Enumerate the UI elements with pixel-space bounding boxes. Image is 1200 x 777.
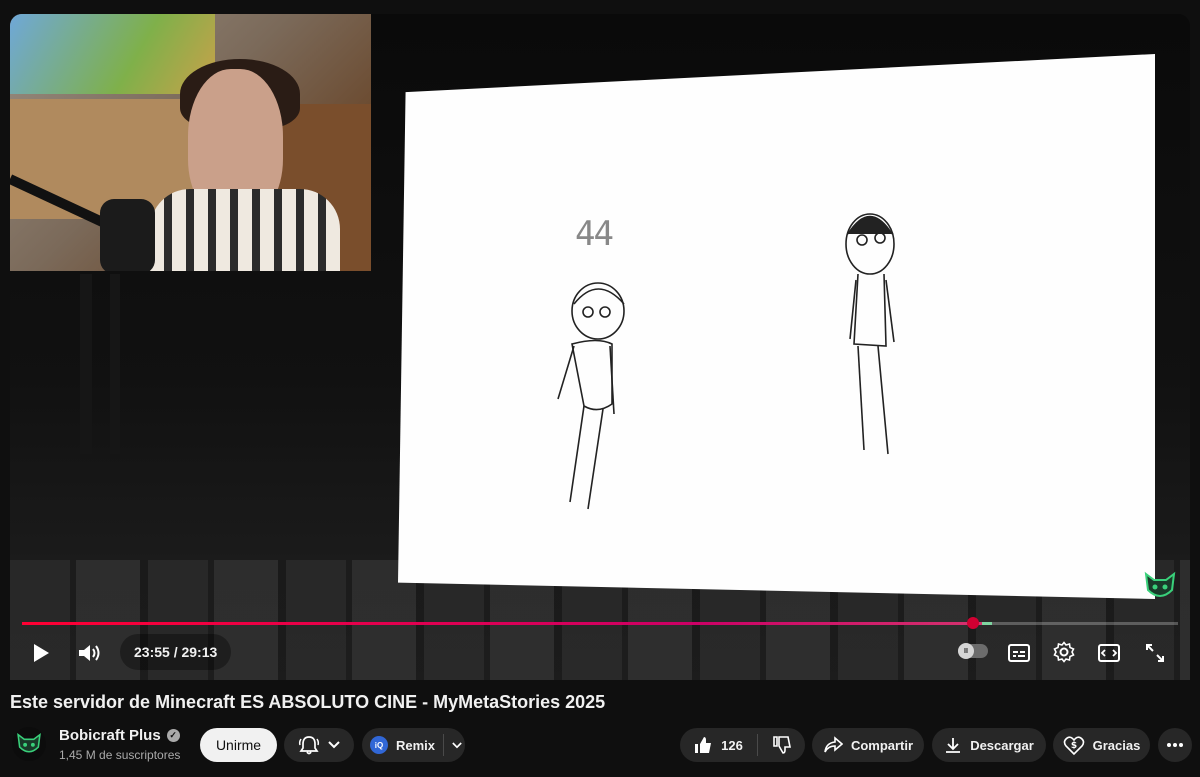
- svg-text:$: $: [1071, 741, 1077, 751]
- channel-watermark-icon[interactable]: [1142, 570, 1178, 602]
- channel-avatar[interactable]: [12, 727, 46, 761]
- play-icon: [34, 644, 49, 662]
- more-actions-button[interactable]: [1158, 728, 1192, 762]
- share-button[interactable]: Compartir: [812, 728, 924, 762]
- share-icon: [824, 736, 843, 753]
- remix-button[interactable]: iQ Remix: [362, 728, 465, 762]
- subtitles-button[interactable]: [1005, 640, 1033, 666]
- channel-name[interactable]: Bobicraft Plus: [59, 727, 161, 744]
- join-label: Unirme: [215, 737, 262, 753]
- thanks-label: Gracias: [1092, 737, 1141, 753]
- thanks-button[interactable]: $ Gracias: [1053, 728, 1150, 762]
- verified-icon: ✓: [166, 729, 180, 742]
- autoplay-toggle[interactable]: II: [958, 643, 988, 659]
- video-player[interactable]: 44 23:55 / 29:13 II: [10, 14, 1190, 680]
- streamer-shirt: [150, 189, 340, 271]
- settings-button[interactable]: [1050, 638, 1078, 666]
- like-dislike-group: 126: [680, 728, 805, 762]
- more-icon: [1167, 743, 1183, 747]
- streamer-webcam: [10, 14, 371, 271]
- join-button[interactable]: Unirme: [200, 728, 277, 762]
- download-icon: [946, 738, 961, 753]
- fullscreen-icon: [1146, 644, 1164, 662]
- microphone: [100, 199, 155, 271]
- time-separator: /: [169, 644, 182, 660]
- thanks-icon: $: [1063, 736, 1084, 756]
- duration: 29:13: [181, 644, 218, 660]
- fullscreen-button[interactable]: [1142, 640, 1168, 666]
- progress-buffered: [982, 622, 992, 625]
- theater-mode-button[interactable]: [1095, 640, 1123, 666]
- progress-played[interactable]: [22, 622, 982, 625]
- bell-icon: [298, 736, 320, 755]
- drawing-figures: [557, 213, 895, 510]
- pause-icon: II: [958, 643, 974, 659]
- subscription-notify-button[interactable]: [284, 728, 354, 762]
- volume-button[interactable]: [74, 638, 106, 668]
- divider: [756, 734, 758, 756]
- time-display: 23:55 / 29:13: [120, 634, 232, 670]
- chevron-down-icon: [328, 741, 340, 749]
- cinema-screen: [398, 54, 1155, 599]
- progress-scrubber[interactable]: [967, 617, 979, 629]
- like-count: 126: [721, 737, 743, 753]
- dislike-icon: [773, 736, 791, 754]
- background-pillar: [110, 274, 120, 454]
- like-button[interactable]: 126: [693, 735, 743, 755]
- subtitles-icon: [1008, 644, 1030, 662]
- current-time: 23:55: [134, 644, 170, 660]
- download-label: Descargar: [970, 737, 1034, 753]
- share-label: Compartir: [850, 737, 914, 753]
- video-frame: 44: [10, 14, 1190, 680]
- channel-logo-icon: [17, 732, 41, 753]
- background-pillar: [80, 274, 92, 454]
- subscriber-count: 1,45 M de suscriptores: [59, 748, 181, 762]
- channel-name-row[interactable]: Bobicraft Plus ✓: [59, 727, 180, 744]
- download-button[interactable]: Descargar: [932, 728, 1046, 762]
- settings-icon: [1053, 641, 1075, 663]
- drawing-number: 44: [575, 214, 614, 254]
- like-icon: [695, 737, 712, 753]
- divider: [443, 734, 445, 756]
- volume-icon: [79, 645, 100, 661]
- theater-icon: [1098, 644, 1120, 662]
- chevron-down-icon[interactable]: [452, 741, 462, 749]
- progress-remaining[interactable]: [982, 622, 1178, 625]
- remix-label: Remix: [396, 737, 436, 753]
- video-title: Este servidor de Minecraft ES ABSOLUTO C…: [10, 692, 606, 712]
- play-button[interactable]: [26, 640, 56, 666]
- remix-icon: iQ: [370, 736, 388, 754]
- dislike-button[interactable]: [772, 735, 792, 755]
